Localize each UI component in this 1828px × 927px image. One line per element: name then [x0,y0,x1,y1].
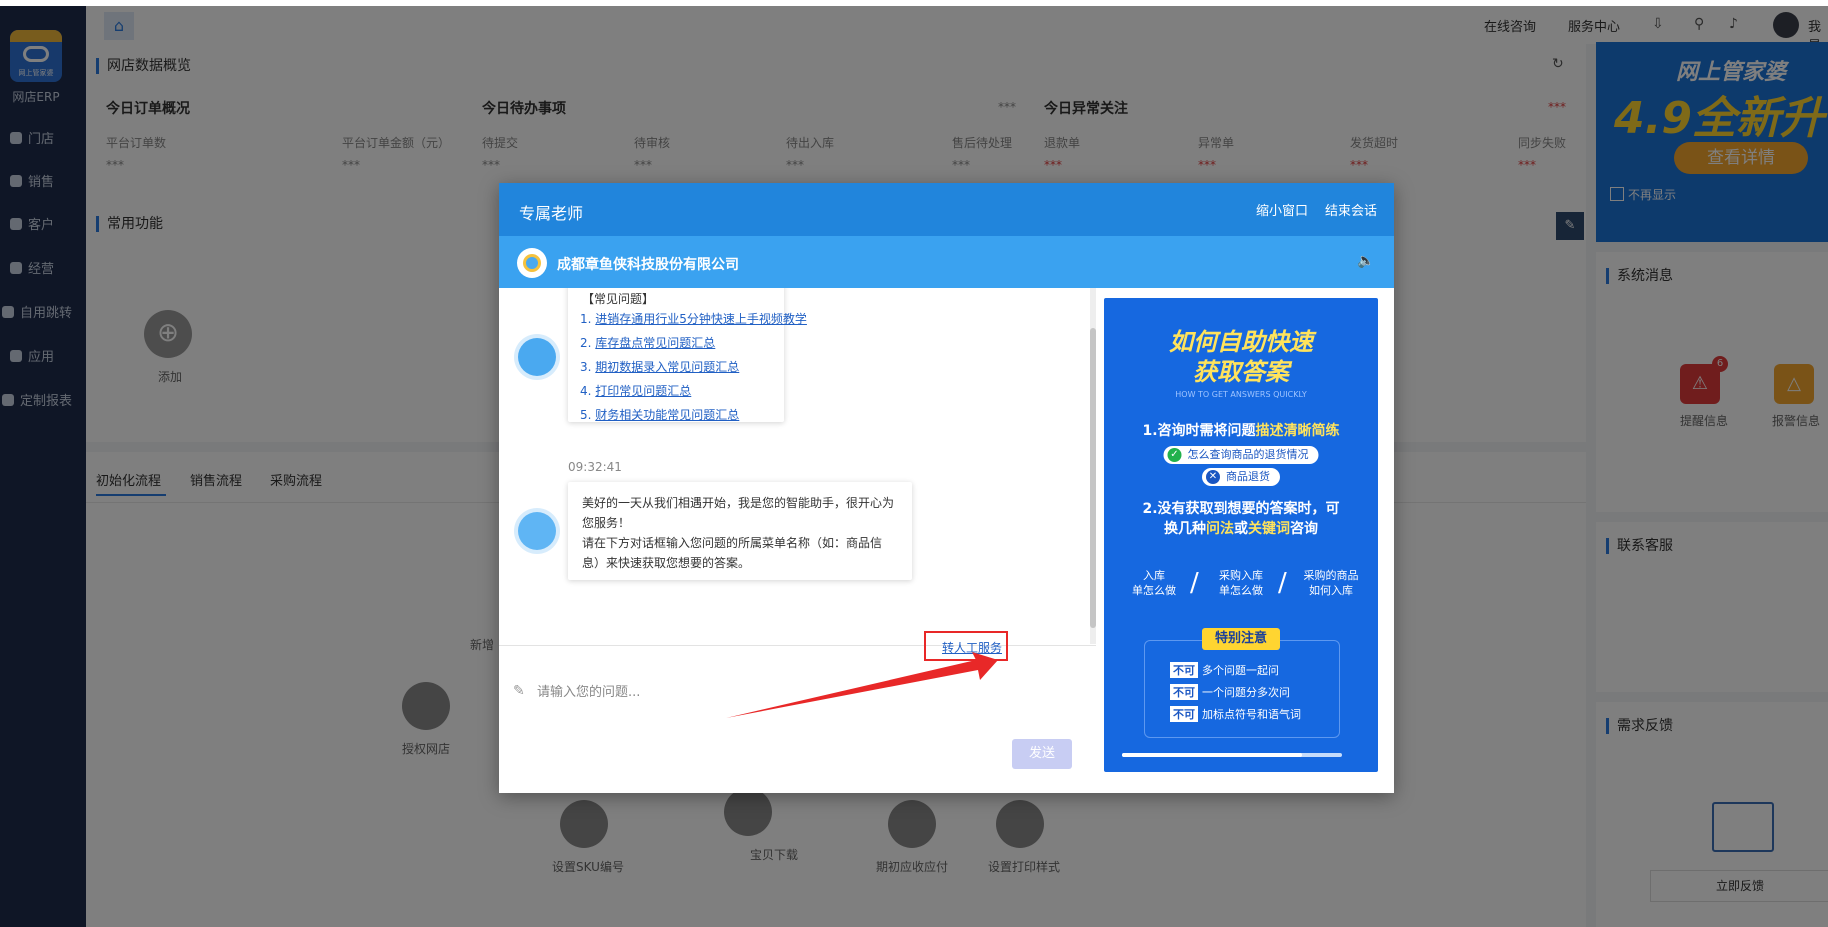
promo-progress-bar [1122,753,1342,757]
promo-title-line2: 获取答案 [1193,358,1289,386]
company-logo-icon [517,248,547,278]
welcome-line: 您服务！ [582,516,631,530]
faq-bubble: 【常见问题】 1. 进销存通用行业5分钟快速上手视频教学 2. 库存盘点常见问题… [568,288,807,423]
promo-tip2-line1: 2.没有获取到想要的答案时，可 [1142,501,1340,517]
rule-line: 不可 多个问题一起问 [1170,662,1279,678]
assistant-avatar-icon [518,512,556,550]
faq-num: 3. [580,360,592,374]
promo-side-panel: 如何自助快速 获取答案 HOW TO GET ANSWERS QUICKLY 1… [1096,288,1394,793]
tip2-h1: 问法 [1206,521,1234,537]
rule-text: 多个问题一起问 [1202,664,1279,677]
faq-link[interactable]: 打印常见问题汇总 [595,384,691,398]
faq-link[interactable]: 期初数据录入常见问题汇总 [595,360,739,374]
welcome-line: 美好的一天从我们相遇开始，我是您的智能助手，很开心为 [582,496,895,510]
faq-link[interactable]: 财务相关功能常见问题汇总 [595,408,739,422]
example-line: 单怎么做 [1132,584,1176,597]
promo-tip1: 1.咨询时需将问题描述清晰简练 [1104,420,1378,440]
send-button[interactable]: 发送 [1012,739,1072,769]
welcome-line: 请在下方对话框输入您问题的所属菜单名称（如：商品信 [582,536,883,550]
question-input[interactable] [535,679,919,705]
robot-avatar-icon [518,338,556,376]
faq-item[interactable]: 4. 打印常见问题汇总 [580,382,691,399]
exclusive-teacher-dialog: 专属老师 缩小窗口 结束会话 成都章鱼侠科技股份有限公司 🔈 【常见问题】 1.… [499,183,1394,793]
special-note-tag: 特别注意 [1202,628,1280,650]
example-line: 入库 [1143,569,1165,582]
faq-num: 4. [580,384,592,398]
rule-tag: 不可 [1170,684,1198,700]
company-name: 成都章鱼侠科技股份有限公司 [557,257,739,273]
progress-fill [1122,753,1303,757]
end-session-button[interactable]: 结束会话 [1325,200,1377,219]
rule-tag: 不可 [1170,706,1198,722]
speaker-icon[interactable]: 🔈 [1357,253,1374,269]
faq-header: 【常见问题】 [582,292,655,306]
rule-text: 一个问题分多次问 [1202,686,1290,699]
faq-num: 5. [580,408,592,422]
chat-area[interactable]: 【常见问题】 1. 进销存通用行业5分钟快速上手视频教学 2. 库存盘点常见问题… [499,288,1091,646]
faq-num: 2. [580,336,592,350]
example-phrase: 采购入库 单怎么做 [1208,568,1274,598]
tip1-prefix: 1.咨询时需将问题 [1142,423,1256,439]
faq-item[interactable]: 1. 进销存通用行业5分钟快速上手视频教学 [580,310,807,327]
minimize-window-button[interactable]: 缩小窗口 [1256,200,1308,219]
example-line: 采购入库 [1219,569,1263,582]
welcome-bubble: 美好的一天从我们相遇开始，我是您的智能助手，很开心为 您服务！ 请在下方对话框输… [568,482,912,580]
tip2-pre: 换几种 [1164,521,1206,537]
message-timestamp: 09:32:41 [568,460,622,474]
good-example-text: 怎么查询商品的退货情况 [1187,448,1309,461]
faq-item[interactable]: 5. 财务相关功能常见问题汇总 [580,406,739,423]
dialog-header: 专属老师 缩小窗口 结束会话 [499,183,1394,236]
transfer-human-service-button[interactable]: 转人工服务 [924,631,1008,661]
rule-text: 加标点符号和语气词 [1202,708,1301,721]
faq-item[interactable]: 3. 期初数据录入常见问题汇总 [580,358,739,375]
example-line: 单怎么做 [1219,584,1263,597]
tip2-post: 咨询 [1290,521,1318,537]
good-example-pill: ✓ 怎么查询商品的退货情况 [1163,446,1319,464]
slash-divider: / [1190,568,1199,598]
bad-example-pill: ✕ 商品退货 [1202,468,1280,486]
tip1-highlight: 描述清晰简练 [1255,423,1340,439]
faq-item[interactable]: 2. 库存盘点常见问题汇总 [580,334,715,351]
dialog-title: 专属老师 [519,204,584,223]
pencil-icon: ✎ [513,683,525,699]
promo-subtitle: HOW TO GET ANSWERS QUICKLY [1175,390,1307,399]
faq-num: 1. [580,312,592,326]
transfer-label[interactable]: 转人工服务 [942,639,1002,656]
slash-divider: / [1278,568,1287,598]
example-phrase: 采购的商品 如何入库 [1296,568,1366,598]
example-line: 采购的商品 [1303,569,1359,582]
rule-line: 不可 一个问题分多次问 [1170,684,1290,700]
check-icon: ✓ [1167,448,1182,462]
welcome-line: 息）来快速获取您想要的答案。 [582,556,751,570]
tip2-h2: 关键词 [1248,521,1290,537]
rule-line: 不可 加标点符号和语气词 [1170,706,1301,722]
company-bar: 成都章鱼侠科技股份有限公司 🔈 [499,236,1394,288]
cross-icon: ✕ [1206,470,1220,484]
example-phrase: 入库 单怎么做 [1124,568,1184,598]
help-promo-card: 如何自助快速 获取答案 HOW TO GET ANSWERS QUICKLY 1… [1104,298,1378,772]
tip2-mid: 或 [1234,521,1248,537]
example-line: 如何入库 [1309,584,1353,597]
rule-tag: 不可 [1170,662,1198,678]
promo-tip2-line2: 换几种问法或关键词咨询 [1104,518,1378,538]
bad-example-text: 商品退货 [1226,470,1270,483]
faq-link[interactable]: 进销存通用行业5分钟快速上手视频教学 [595,312,807,326]
faq-link[interactable]: 库存盘点常见问题汇总 [595,336,715,350]
